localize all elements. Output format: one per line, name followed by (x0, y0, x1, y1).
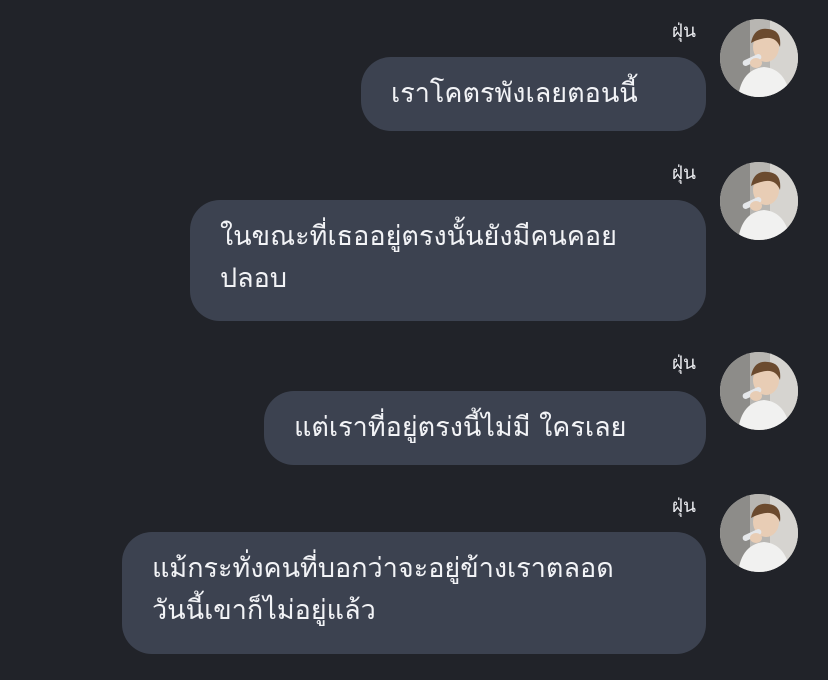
message-bubble[interactable]: แม้กระทั่งคนที่บอกว่าจะอยู่ข้างเราตลอด ว… (122, 532, 706, 654)
avatar[interactable] (720, 162, 798, 240)
sender-name: ฝุ่น (671, 495, 696, 517)
avatar-photo-icon (720, 162, 798, 240)
sender-name: ฝุ่น (671, 20, 696, 42)
avatar[interactable] (720, 19, 798, 97)
message-line: เราโคตรพังเลยตอนนี้ (391, 78, 638, 109)
message-bubble[interactable]: แต่เราที่อยู่ตรงนี้ไม่มี ใครเลย (264, 391, 706, 465)
message-bubble[interactable]: ในขณะที่เธออยู่ตรงนั้นยังมีคนคอย ปลอบ (190, 200, 706, 321)
avatar-photo-icon (720, 352, 798, 430)
avatar[interactable] (720, 494, 798, 572)
avatar-photo-icon (720, 494, 798, 572)
message-bubble[interactable]: เราโคตรพังเลยตอนนี้ (361, 57, 706, 131)
message-line: ในขณะที่เธออยู่ตรงนั้นยังมีคนคอย (220, 221, 617, 252)
chat-thread: ฝุ่น เราโคตรพังเลยตอนนี้ ฝุ่น ในขณะที่เธ… (0, 0, 828, 680)
message-line: แม้กระทั่งคนที่บอกว่าจะอยู่ข้างเราตลอด (152, 553, 614, 584)
avatar-photo-icon (720, 19, 798, 97)
sender-name: ฝุ่น (671, 352, 696, 374)
message-line: วันนี้เขาก็ไม่อยู่แล้ว (152, 595, 376, 626)
message-line: แต่เราที่อยู่ตรงนี้ไม่มี ใครเลย (294, 412, 627, 443)
avatar[interactable] (720, 352, 798, 430)
message-line: ปลอบ (220, 263, 288, 294)
sender-name: ฝุ่น (671, 162, 696, 184)
